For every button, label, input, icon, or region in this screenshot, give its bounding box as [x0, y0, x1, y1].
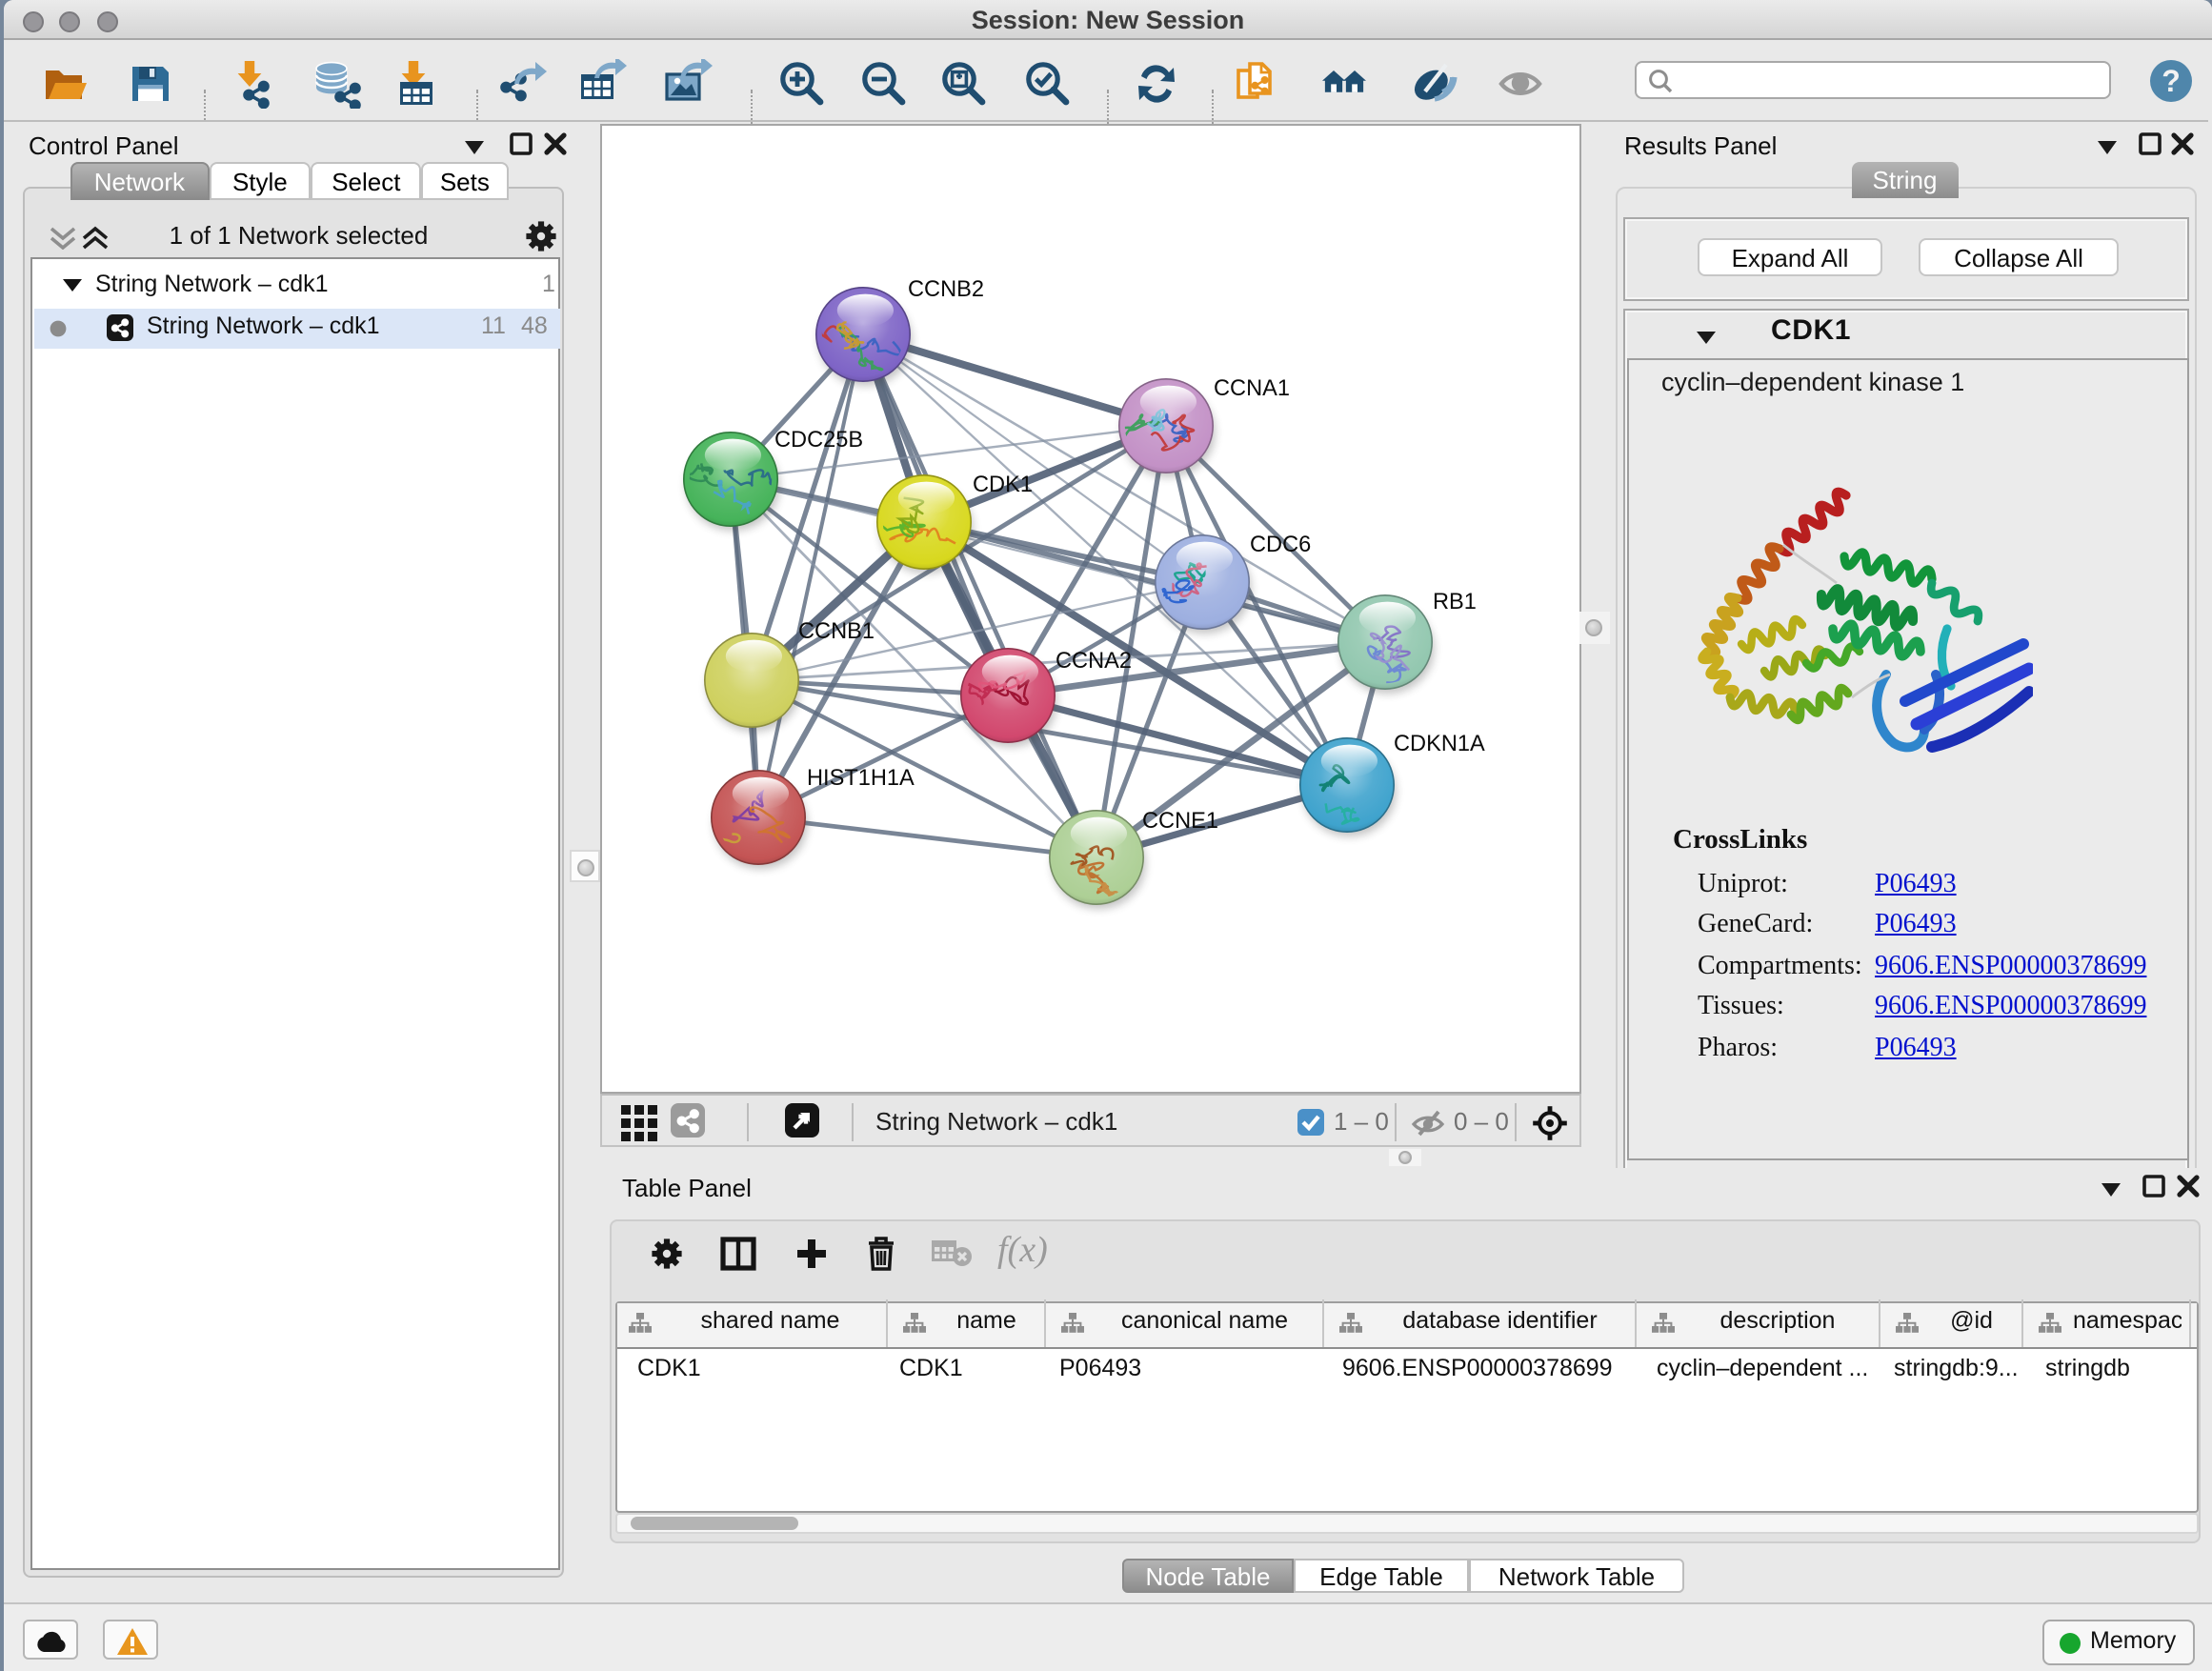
svg-text:CCNB2: CCNB2: [907, 277, 983, 302]
svg-text:CDC25B: CDC25B: [774, 428, 862, 453]
svg-text:CCNE1: CCNE1: [1141, 809, 1217, 834]
svg-text:CCNA2: CCNA2: [1055, 649, 1131, 674]
svg-text:CDKN1A: CDKN1A: [1393, 732, 1484, 756]
svg-text:CDK1: CDK1: [972, 473, 1032, 497]
svg-text:HIST1H1A: HIST1H1A: [806, 766, 914, 791]
svg-text:CCNA1: CCNA1: [1213, 376, 1289, 401]
svg-text:RB1: RB1: [1432, 590, 1476, 614]
svg-text:CDC6: CDC6: [1249, 533, 1310, 557]
svg-text:?: ?: [2162, 64, 2181, 98]
svg-text:CCNB1: CCNB1: [797, 619, 874, 644]
